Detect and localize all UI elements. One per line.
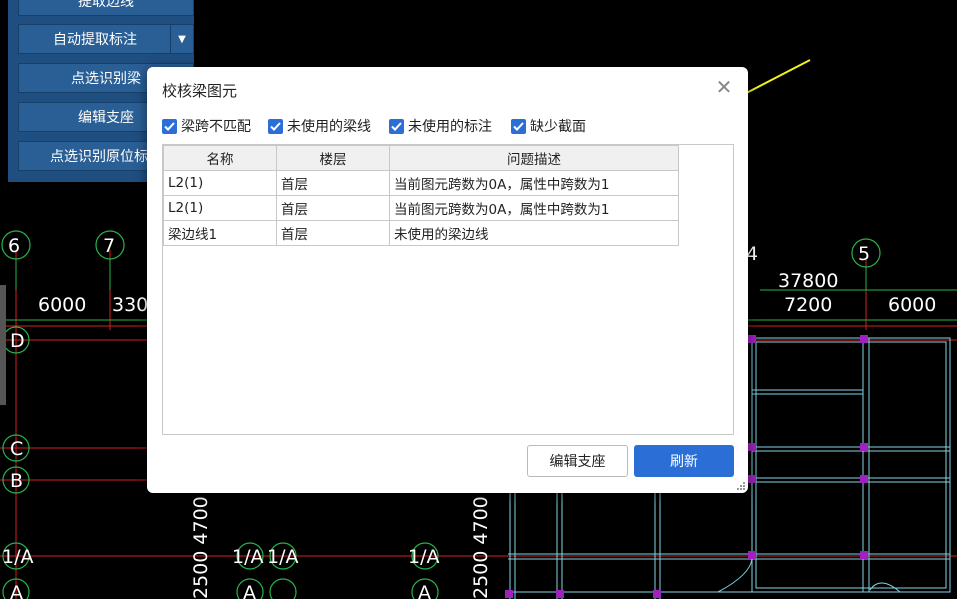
filter-unused-beam-lines-checkbox[interactable]: 未使用的梁线	[268, 116, 371, 136]
cell-name: L2(1)	[163, 170, 277, 196]
vertical-dimension-1: 2500 4700	[190, 496, 212, 599]
axis-label-1a-2: 1/A	[232, 546, 264, 568]
close-icon[interactable]: ✕	[714, 77, 734, 97]
vertical-dimension-2: 2500 4700	[470, 496, 492, 599]
axis-label-1a: 1/A	[2, 546, 34, 568]
axis-label-7: 7	[103, 235, 115, 257]
cell-floor: 首层	[276, 220, 390, 246]
extract-edge-button[interactable]: 提取边线	[18, 0, 194, 16]
checkbox-checked-icon	[162, 118, 177, 134]
cell-description: 当前图元跨数为0A，属性中跨数为1	[389, 195, 679, 221]
extract-edge-label: 提取边线	[78, 0, 134, 10]
filter-span-mismatch-label: 梁跨不匹配	[181, 119, 251, 135]
filter-missing-section-label: 缺少截面	[530, 119, 586, 135]
filter-span-mismatch-checkbox[interactable]: 梁跨不匹配	[162, 116, 251, 136]
pick-identify-in-situ-annotation-label: 点选识别原位标注	[50, 149, 162, 165]
dimension-total: 37800	[778, 270, 838, 292]
checkbox-checked-icon	[511, 118, 526, 134]
column-header-floor[interactable]: 楼层	[276, 145, 390, 171]
column-header-description[interactable]: 问题描述	[389, 145, 679, 171]
resize-grip-icon[interactable]	[737, 482, 745, 490]
axis-label-a-3: A	[418, 582, 431, 599]
table-header-row: 名称 楼层 问题描述	[163, 145, 679, 171]
axis-label-1a-3: 1/A	[267, 546, 299, 568]
cell-name: L2(1)	[163, 195, 277, 221]
filter-unused-annotations-checkbox[interactable]: 未使用的标注	[389, 116, 492, 136]
checkbox-checked-icon	[389, 118, 404, 134]
refresh-button[interactable]: 刷新	[634, 445, 734, 477]
table-row[interactable]: L2(1) 首层 当前图元跨数为0A，属性中跨数为1	[163, 170, 679, 196]
dimension-left-2: 330	[112, 294, 148, 316]
cell-name: 梁边线1	[163, 220, 277, 246]
axis-label-5: 5	[858, 243, 870, 265]
cell-description: 未使用的梁边线	[389, 220, 679, 246]
axis-label-a-2: A	[243, 582, 256, 599]
pick-identify-beam-label: 点选识别梁	[71, 71, 141, 87]
cell-floor: 首层	[276, 195, 390, 221]
auto-extract-annotation-label: 自动提取标注	[53, 32, 137, 48]
cell-floor: 首层	[276, 170, 390, 196]
axis-label-6: 6	[8, 235, 20, 257]
filter-unused-beam-lines-label: 未使用的梁线	[287, 119, 371, 135]
auto-extract-annotation-button[interactable]: 自动提取标注 ▼	[18, 24, 194, 54]
cell-description: 当前图元跨数为0A，属性中跨数为1	[389, 170, 679, 196]
left-scrollbar[interactable]	[0, 285, 6, 405]
filter-missing-section-checkbox[interactable]: 缺少截面	[511, 116, 586, 136]
axis-label-1a-4: 1/A	[408, 546, 440, 568]
edit-support-button[interactable]: 编辑支座	[527, 445, 628, 477]
check-beam-elements-dialog: 校核梁图元 ✕ 梁跨不匹配 未使用的梁线 未使用的标注 缺少截面 名称 楼层 问…	[147, 67, 748, 493]
table-row[interactable]: L2(1) 首层 当前图元跨数为0A，属性中跨数为1	[163, 195, 679, 221]
column-header-name[interactable]: 名称	[163, 145, 277, 171]
axis-label-d: D	[10, 330, 25, 352]
table-row[interactable]: 梁边线1 首层 未使用的梁边线	[163, 220, 679, 246]
issues-table: 名称 楼层 问题描述 L2(1) 首层 当前图元跨数为0A，属性中跨数为1 L2…	[162, 144, 734, 435]
caret-down-icon[interactable]: ▼	[170, 25, 193, 53]
filter-unused-annotations-label: 未使用的标注	[408, 119, 492, 135]
checkbox-checked-icon	[268, 118, 283, 134]
dialog-title: 校核梁图元	[162, 82, 238, 100]
dimension-right-2: 6000	[888, 294, 936, 316]
axis-label-b: B	[10, 470, 23, 492]
dimension-left-1: 6000	[38, 294, 86, 316]
edit-support-toolbar-label: 编辑支座	[78, 110, 134, 126]
axis-label-c: C	[10, 438, 23, 460]
dimension-right-1: 7200	[784, 294, 832, 316]
axis-label-a: A	[10, 582, 23, 599]
